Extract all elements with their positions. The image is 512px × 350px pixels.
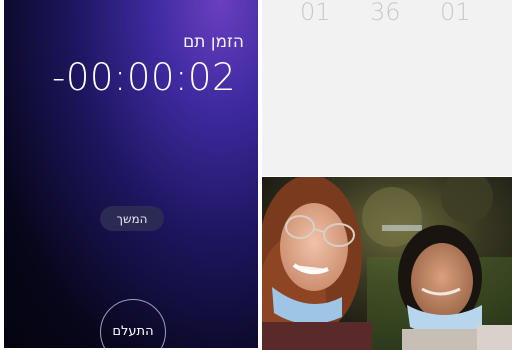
photo-image (262, 177, 512, 350)
continue-button[interactable]: המשך (100, 206, 164, 231)
picker-minutes[interactable]: 36 (370, 0, 401, 26)
dismiss-button[interactable]: התעלם (100, 299, 166, 348)
time-picker: 01 36 01 (262, 0, 512, 176)
photo-illustration (262, 177, 512, 350)
timer-elapsed: -00:00:02 (51, 56, 236, 99)
picker-seconds[interactable]: 01 (440, 0, 471, 26)
timer-alert-panel: הזמן תם -00:00:02 המשך התעלם (4, 0, 258, 348)
timer-title: הזמן תם (182, 32, 244, 52)
screen: הזמן תם -00:00:02 המשך התעלם 01 36 01 (0, 0, 512, 350)
picker-hours[interactable]: 01 (300, 0, 331, 26)
